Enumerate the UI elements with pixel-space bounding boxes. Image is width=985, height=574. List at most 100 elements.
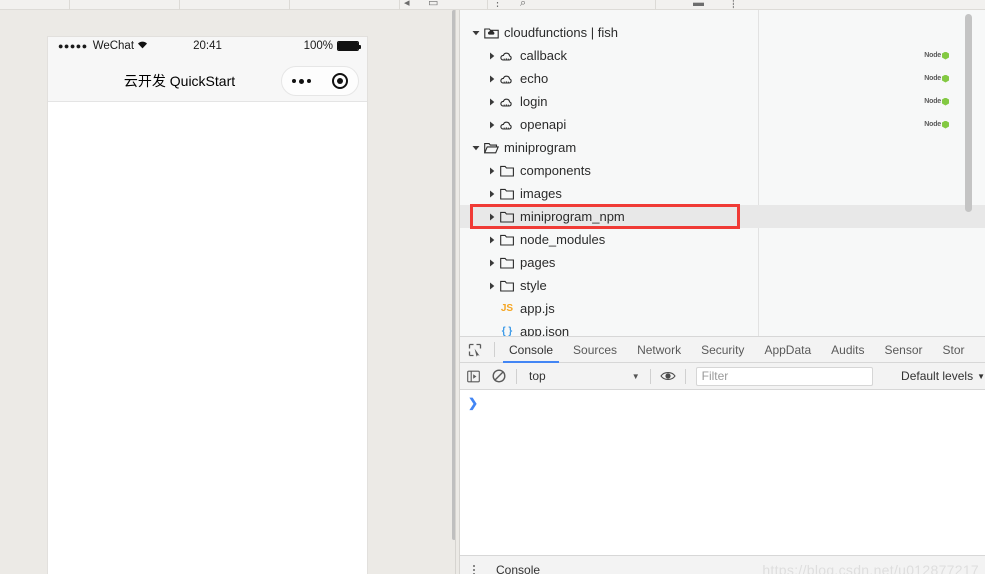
cloud-function-icon: [498, 90, 516, 113]
tab-label: Console: [509, 342, 554, 357]
tree-row-echo[interactable]: echo Node: [460, 67, 985, 90]
json-file-icon: { }: [501, 326, 513, 336]
toolbar-separator: [516, 368, 517, 384]
tab-security[interactable]: Security: [691, 337, 754, 363]
tab-console[interactable]: Console: [499, 337, 563, 363]
window-toolbar-strip: ◂ ▭ ⋮ ⌕ ▬ ┊: [0, 0, 985, 10]
chevron-right-icon[interactable]: [486, 90, 498, 113]
node-runtime-badge: Node: [924, 74, 949, 83]
console-filter-input[interactable]: [695, 366, 874, 386]
node-runtime-badge: Node: [924, 97, 949, 106]
chevron-right-icon[interactable]: [486, 228, 498, 251]
chevron-right-icon[interactable]: [486, 274, 498, 297]
toolbar-back-icon[interactable]: ◂: [404, 0, 410, 9]
tree-row-app-js[interactable]: JS app.js: [460, 297, 985, 320]
tree-row-label: app.json: [520, 324, 570, 336]
tree-row-label: miniprogram: [504, 140, 577, 155]
tab-label: Network: [637, 342, 682, 357]
chevron-right-icon[interactable]: [486, 251, 498, 274]
node-hexagon-icon: [942, 97, 949, 106]
console-output[interactable]: ❯: [460, 390, 985, 555]
toolbar-upload-icon[interactable]: ⋮: [492, 0, 503, 9]
console-sidebar-icon[interactable]: [460, 363, 486, 389]
tree-row-app-json[interactable]: { } app.json: [460, 320, 985, 336]
live-expression-eye-icon[interactable]: [655, 363, 681, 389]
tree-row-label: pages: [520, 255, 556, 270]
folder-open-icon: [482, 136, 500, 159]
tree-row-label: miniprogram_npm: [520, 209, 625, 224]
tab-network[interactable]: Network: [627, 337, 691, 363]
target-circle-icon[interactable]: [331, 73, 348, 89]
toolbar-search-icon[interactable]: ⌕: [520, 0, 526, 9]
tree-row-callback[interactable]: callback Node: [460, 44, 985, 67]
chevron-right-icon[interactable]: [486, 67, 498, 90]
chevron-right-icon[interactable]: [486, 113, 498, 136]
toolbar-segment[interactable]: [290, 0, 400, 10]
phone-nav-bar: 云开发 QuickStart: [48, 58, 367, 102]
tab-sources[interactable]: Sources: [563, 337, 627, 363]
node-hexagon-icon: [942, 51, 949, 60]
tab-sensor[interactable]: Sensor: [875, 337, 933, 363]
phone-simulator: ●●●●● WeChat 20:41 100% 云开发 QuickStart: [48, 37, 367, 574]
more-options-icon[interactable]: [460, 556, 488, 574]
tree-row-node_modules[interactable]: node_modules: [460, 228, 985, 251]
folder-icon: [498, 251, 516, 274]
tree-row-cloudfunctions-fish[interactable]: cloudfunctions | fish: [460, 21, 985, 44]
inspect-element-icon[interactable]: [460, 337, 490, 363]
cloud-function-icon: [498, 67, 516, 90]
clear-console-icon[interactable]: [486, 363, 512, 389]
console-prompt-row[interactable]: ❯: [460, 390, 985, 410]
tree-row-miniprogram[interactable]: miniprogram: [460, 136, 985, 159]
tree-row-label: app.js: [520, 301, 555, 316]
tree-row-images[interactable]: images: [460, 182, 985, 205]
toolbar-segment[interactable]: [70, 0, 180, 10]
tree-row-miniprogram_npm[interactable]: miniprogram_npm: [460, 205, 985, 228]
toolbar-segment[interactable]: [180, 0, 290, 10]
toolbar-segment[interactable]: [0, 0, 70, 10]
folder-icon: [498, 205, 516, 228]
toolbar-separator: [494, 342, 495, 357]
toolbar-close-icon[interactable]: ┊: [730, 0, 737, 9]
tree-row-pages[interactable]: pages: [460, 251, 985, 274]
folder-icon: [498, 274, 516, 297]
tree-row-label: login: [520, 94, 548, 109]
chevron-down-icon: ▼: [631, 371, 640, 381]
tree-row-login[interactable]: login Node: [460, 90, 985, 113]
js-file-icon: JS: [500, 303, 514, 314]
chevron-right-icon[interactable]: [486, 182, 498, 205]
tree-row-style[interactable]: style: [460, 274, 985, 297]
chevron-right-icon[interactable]: [486, 44, 498, 67]
tree-row-openapi[interactable]: openapi Node: [460, 113, 985, 136]
tab-label: Stor: [942, 342, 965, 357]
folder-icon: [498, 182, 516, 205]
toolbar-window-icon[interactable]: ▭: [428, 0, 438, 9]
battery-percent-label: 100%: [303, 40, 333, 52]
chevron-right-icon[interactable]: [486, 159, 498, 182]
wechat-capsule-bar[interactable]: [281, 66, 359, 96]
node-badge-label: Node: [924, 98, 941, 105]
toolbar-segment[interactable]: [400, 0, 488, 10]
tree-row-label: components: [520, 163, 591, 178]
tab-appdata[interactable]: AppData: [754, 337, 821, 363]
tab-label: Audits: [831, 342, 865, 357]
drawer-tab-console[interactable]: Console: [488, 556, 548, 574]
tree-row-label: echo: [520, 71, 549, 86]
console-levels-select[interactable]: Default levels ▼: [901, 369, 985, 383]
file-tree-scrollbar[interactable]: [965, 14, 972, 212]
tab-stor[interactable]: Stor: [933, 337, 975, 363]
tree-row-components[interactable]: components: [460, 159, 985, 182]
phone-status-bar: ●●●●● WeChat 20:41 100%: [48, 37, 367, 58]
more-dots-icon[interactable]: [292, 78, 312, 84]
devtools-panel: cloudfunctions | fish callback Node echo Nod…: [459, 10, 985, 574]
toolbar-minimize-icon[interactable]: ▬: [693, 0, 704, 9]
chevron-right-icon[interactable]: [486, 205, 498, 228]
tree-row-label: images: [520, 186, 562, 201]
toolbar-segment[interactable]: [488, 0, 656, 10]
chevron-down-icon[interactable]: [470, 21, 482, 44]
console-context-select[interactable]: top ▼: [521, 366, 646, 386]
devtools-window: ◂ ▭ ⋮ ⌕ ▬ ┊ ●●●●● WeChat 20:41 100% 云开发 …: [0, 0, 985, 574]
panel-divider[interactable]: [455, 10, 456, 574]
chevron-down-icon[interactable]: [470, 136, 482, 159]
file-tree-panel: cloudfunctions | fish callback Node echo Nod…: [460, 10, 985, 336]
tab-audits[interactable]: Audits: [821, 337, 874, 363]
